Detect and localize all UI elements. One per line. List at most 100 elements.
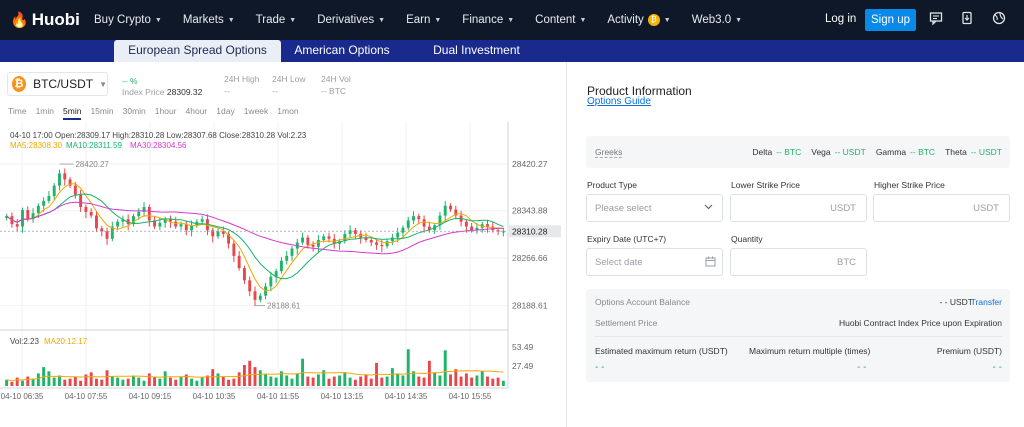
- nav-item-activity[interactable]: Activity ₿ ▼: [607, 14, 671, 26]
- volume-bar: [438, 375, 442, 386]
- chevron-down-icon: ▼: [378, 16, 386, 24]
- chevron-down-icon: ▼: [227, 16, 235, 24]
- volume-bar: [380, 377, 384, 386]
- volume-bar: [406, 349, 410, 386]
- candle-body: [79, 194, 83, 207]
- interval-1mon[interactable]: 1mon: [277, 106, 298, 120]
- volume-bar: [84, 374, 88, 386]
- volume-bar: [501, 380, 505, 386]
- volume-bar: [316, 374, 320, 386]
- volume-bar: [142, 380, 146, 386]
- candle-body: [47, 196, 51, 201]
- interval-1hour[interactable]: 1hour: [155, 106, 177, 120]
- volume-bar: [332, 376, 336, 386]
- bitcoin-icon: ₿: [12, 76, 27, 92]
- ma10-legend: MA10:28311.59: [66, 141, 122, 150]
- price-change: -- %: [122, 76, 138, 86]
- volume-bar: [110, 376, 114, 386]
- nav-item-markets[interactable]: Markets ▼: [183, 14, 235, 26]
- volume-bar: [195, 380, 199, 386]
- candle-body: [105, 231, 109, 239]
- volume-bar: [338, 375, 342, 386]
- interval-4hour[interactable]: 4hour: [186, 106, 208, 120]
- volume-bar: [168, 377, 172, 386]
- ma30-legend: MA30:28304.56: [130, 141, 187, 150]
- nav-item-label: Markets: [182, 14, 224, 26]
- nav-item-earn[interactable]: Earn ▼: [406, 14, 441, 26]
- quantity-input[interactable]: BTC: [730, 248, 867, 276]
- volume-bar: [422, 377, 426, 386]
- lower-strike-input[interactable]: USDT: [730, 194, 867, 222]
- volume-bar: [36, 373, 40, 386]
- nav-item-content[interactable]: Content ▼: [535, 14, 586, 26]
- chevron-down-icon: ▼: [434, 16, 442, 24]
- volume-bar: [216, 373, 220, 386]
- tab-european-spread-options[interactable]: European Spread Options: [114, 40, 281, 62]
- price-tick-label: 28343.88: [512, 206, 548, 216]
- interval-time[interactable]: Time: [8, 106, 27, 120]
- volume-bar: [274, 377, 278, 386]
- volume-bar: [153, 376, 157, 386]
- tab-dual-investment[interactable]: Dual Investment: [419, 40, 534, 62]
- divider: [594, 336, 1002, 337]
- interval-1week[interactable]: 1week: [244, 106, 269, 120]
- volume-bar: [21, 380, 24, 386]
- candle-body: [390, 237, 394, 242]
- interval-1day[interactable]: 1day: [216, 106, 234, 120]
- volume-bar: [253, 367, 257, 386]
- product-type-select[interactable]: Please select: [586, 194, 723, 222]
- candle-body: [327, 236, 331, 239]
- candle-body: [464, 221, 468, 227]
- nav-item-label: Earn: [406, 14, 431, 26]
- volume-tick-label: 27.49: [512, 361, 534, 371]
- higher-strike-input[interactable]: USDT: [873, 194, 1010, 222]
- max-price-label: 28420.27: [75, 160, 109, 169]
- volume-bar: [158, 378, 162, 386]
- nav-item-buy-crypto[interactable]: Buy Crypto ▼: [94, 14, 162, 26]
- candle-body: [26, 210, 30, 220]
- expiry-date-picker[interactable]: Select date: [586, 248, 723, 276]
- signup-button[interactable]: Sign up: [865, 9, 916, 31]
- login-link[interactable]: Log in: [825, 13, 856, 25]
- interval-1min[interactable]: 1min: [36, 106, 54, 120]
- max-multiple-label: Maximum return multiple (times): [749, 346, 871, 356]
- nav-item-finance[interactable]: Finance ▼: [462, 14, 514, 26]
- volume-bar: [63, 379, 67, 386]
- message-icon[interactable]: [928, 11, 944, 27]
- volume-tick-label: 53.49: [512, 342, 534, 352]
- huobi-logo[interactable]: 🔥 Huobi: [10, 10, 80, 30]
- volume-bar: [470, 377, 474, 386]
- volume-bar: [211, 369, 215, 386]
- volume-bar: [385, 376, 389, 386]
- candle-body: [348, 230, 352, 234]
- interval-30min[interactable]: 30min: [123, 106, 146, 120]
- nav-item-trade[interactable]: Trade ▼: [256, 14, 297, 26]
- vol-value: -- BTC: [321, 86, 347, 96]
- interval-5min[interactable]: 5min: [63, 106, 82, 120]
- volume-ma-legend: MA20:12.17: [44, 337, 88, 346]
- candle-body: [369, 240, 373, 243]
- nav-item-derivatives[interactable]: Derivatives ▼: [317, 14, 385, 26]
- chevron-down-icon: ▼: [663, 16, 671, 24]
- tab-american-options[interactable]: American Options: [284, 40, 400, 62]
- candle-body: [216, 231, 220, 237]
- interval-15min[interactable]: 15min: [90, 106, 113, 120]
- candle-body: [449, 205, 452, 210]
- volume-bar: [116, 377, 120, 386]
- candle-body: [232, 243, 236, 256]
- pair-selector[interactable]: ₿ BTC/USDT ▼: [7, 72, 108, 96]
- candlestick-chart[interactable]: 28420.27 28188.61 28310.28 28420.27 28343.88…: [0, 122, 567, 402]
- options-guide-link[interactable]: Options Guide: [587, 96, 651, 107]
- candle-body: [174, 221, 178, 227]
- volume-bar: [163, 371, 167, 386]
- globe-icon[interactable]: [991, 11, 1007, 27]
- max-multiple-value: - -: [857, 362, 867, 373]
- chevron-down-icon: ▼: [99, 79, 107, 89]
- greek-value: -- USDT: [970, 147, 1002, 157]
- volume-bar: [343, 372, 347, 386]
- nav-item-web3-0[interactable]: Web3.0 ▼: [692, 14, 742, 26]
- candle-body: [242, 268, 246, 281]
- download-icon[interactable]: [959, 11, 975, 27]
- ma5-legend: MA5:28308.30: [10, 141, 63, 150]
- transfer-link[interactable]: Transfer: [971, 297, 1002, 307]
